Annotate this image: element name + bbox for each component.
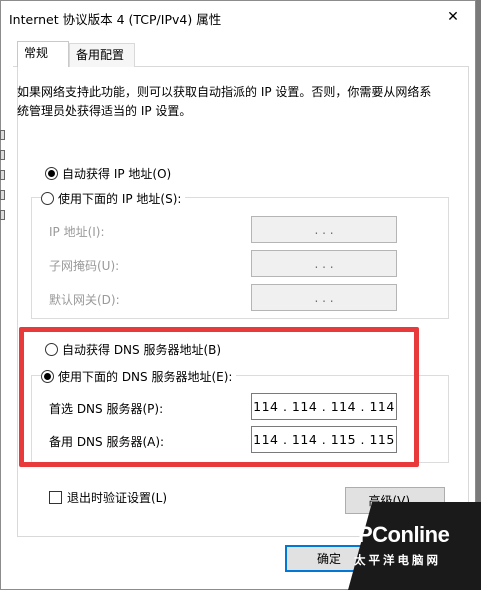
radio-manual-ip[interactable]: 使用下面的 IP 地址(S): <box>41 190 186 207</box>
radio-indicator <box>41 192 54 205</box>
tab-alternate-configuration[interactable]: 备用配置 <box>69 43 135 67</box>
edge-checkbox <box>0 150 5 160</box>
title-bar: Internet 协议版本 4 (TCP/IPv4) 属性 ✕ <box>1 1 475 33</box>
background-window-edge <box>0 100 6 580</box>
radio-manual-ip-label: 使用下面的 IP 地址(S): <box>58 192 182 206</box>
ip-address-label: IP 地址(I): <box>49 225 105 239</box>
radio-auto-ip-label: 自动获得 IP 地址(O) <box>62 167 172 181</box>
edge-checkbox <box>0 190 5 200</box>
red-highlight-annotation <box>19 327 419 467</box>
watermark-brand: PConline <box>358 522 450 547</box>
subnet-mask-label: 子网掩码(U): <box>49 259 120 273</box>
checkbox-indicator <box>49 491 62 504</box>
edge-checkbox <box>0 210 5 220</box>
default-gateway-input[interactable]: . . . <box>251 284 397 311</box>
ip-address-input[interactable]: . . . <box>251 216 397 243</box>
edge-checkbox <box>0 170 5 180</box>
edge-checkbox <box>0 130 5 140</box>
close-button[interactable]: ✕ <box>439 5 467 29</box>
tcpipv4-properties-dialog: Internet 协议版本 4 (TCP/IPv4) 属性 ✕ 常规 备用配置 … <box>0 0 476 590</box>
tab-strip: 常规 备用配置 <box>13 41 469 68</box>
default-gateway-label: 默认网关(D): <box>49 293 120 307</box>
description-text: 如果网络支持此功能，则可以获取自动指派的 IP 设置。否则，你需要从网络系统管理… <box>17 85 432 118</box>
subnet-mask-input[interactable]: . . . <box>251 250 397 277</box>
close-icon: ✕ <box>447 9 459 25</box>
radio-indicator <box>45 167 58 180</box>
validate-on-exit-checkbox[interactable]: 退出时验证设置(L) <box>49 489 167 506</box>
radio-auto-ip[interactable]: 自动获得 IP 地址(O) <box>45 165 171 182</box>
watermark-subtitle: 太平洋电脑网 <box>354 553 441 567</box>
window-title: Internet 协议版本 4 (TCP/IPv4) 属性 <box>9 12 222 27</box>
tab-general[interactable]: 常规 <box>17 41 69 68</box>
validate-on-exit-label: 退出时验证设置(L) <box>67 491 168 505</box>
